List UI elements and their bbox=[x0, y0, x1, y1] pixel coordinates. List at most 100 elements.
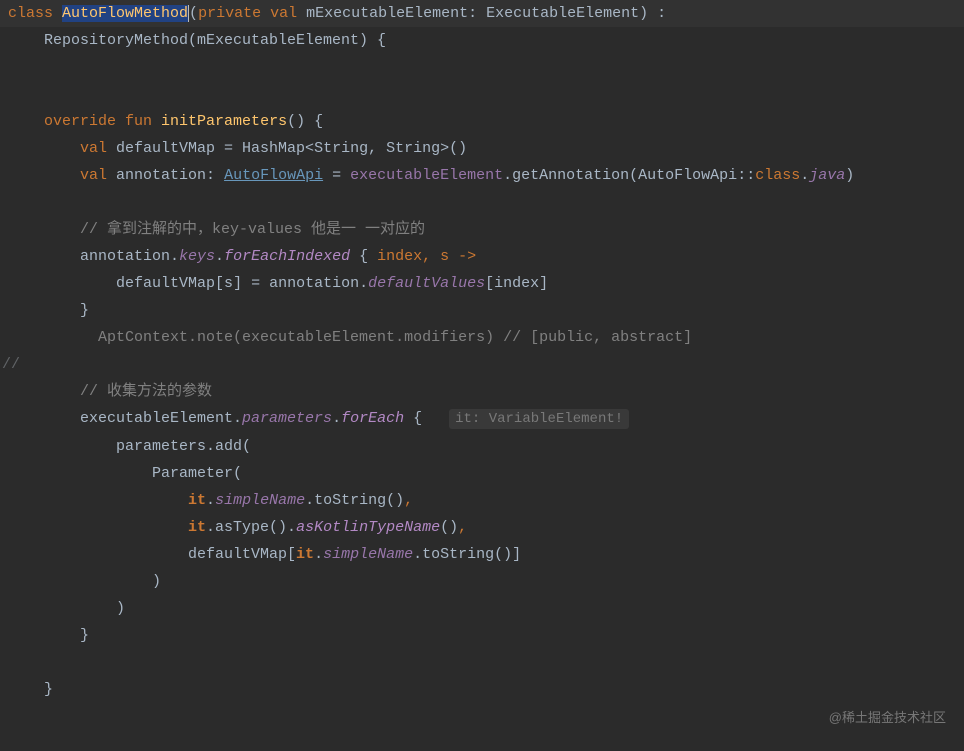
selected-classname: AutoFlowMethod bbox=[62, 5, 188, 22]
code-line[interactable] bbox=[0, 81, 964, 108]
code-line[interactable]: it.simpleName.toString(), bbox=[0, 487, 964, 514]
type-ref: AutoFlowApi bbox=[638, 167, 737, 184]
code-text: . bbox=[215, 248, 224, 265]
var-ref: s bbox=[224, 275, 233, 292]
keyword-val: val bbox=[8, 140, 116, 157]
code-text: .asType(). bbox=[206, 519, 296, 536]
code-text: defaultVMap[ bbox=[8, 546, 296, 563]
code-line[interactable]: class AutoFlowMethod(private val mExecut… bbox=[0, 0, 964, 27]
code-text: parameters.add( bbox=[8, 438, 251, 455]
code-text: = bbox=[323, 167, 350, 184]
code-text: executableElement. bbox=[8, 410, 242, 427]
code-line[interactable]: } bbox=[0, 297, 964, 324]
code-line[interactable]: } bbox=[0, 676, 964, 703]
method-foreach: forEach bbox=[341, 410, 404, 427]
code-line[interactable] bbox=[0, 649, 964, 676]
lambda-param: s bbox=[440, 248, 449, 265]
code-text: [ bbox=[485, 275, 494, 292]
code-text: . bbox=[206, 492, 215, 509]
keyword-fun: fun bbox=[125, 113, 161, 130]
keyword-class: class bbox=[755, 167, 800, 184]
gutter-comment: // bbox=[0, 351, 20, 378]
code-line[interactable] bbox=[0, 54, 964, 81]
keyword-val: val bbox=[270, 5, 306, 22]
arrow: -> bbox=[449, 248, 476, 265]
code-text: ) bbox=[845, 167, 854, 184]
keyword-val: val bbox=[8, 167, 116, 184]
property-keys: keys bbox=[179, 248, 215, 265]
code-line[interactable] bbox=[0, 189, 964, 216]
var-ref: index bbox=[494, 275, 539, 292]
code-text: } bbox=[8, 627, 89, 644]
property-ref: executableElement bbox=[350, 167, 503, 184]
code-text: . bbox=[314, 546, 323, 563]
code-line[interactable]: val defaultVMap = HashMap<String, String… bbox=[0, 135, 964, 162]
code-text: .getAnnotation( bbox=[503, 167, 638, 184]
code-editor[interactable]: // class AutoFlowMethod(private val mExe… bbox=[0, 0, 964, 703]
code-text: () bbox=[440, 519, 458, 536]
keyword-it: it bbox=[296, 546, 314, 563]
code-line[interactable]: it.asType().asKotlinTypeName(), bbox=[0, 514, 964, 541]
keyword-it: it bbox=[188, 519, 206, 536]
code-text: { bbox=[404, 410, 431, 427]
code-line[interactable]: // 收集方法的参数 bbox=[0, 378, 964, 405]
code-text: { bbox=[350, 248, 377, 265]
param-decl: mExecutableElement: ExecutableElement) : bbox=[306, 5, 666, 22]
code-line[interactable]: ) bbox=[0, 568, 964, 595]
method-foreach: forEachIndexed bbox=[224, 248, 350, 265]
comment: // 拿到注解的中，key-values 他是一 一对应的 bbox=[8, 221, 425, 238]
code-text: ] = annotation. bbox=[233, 275, 368, 292]
type-link[interactable]: AutoFlowApi bbox=[224, 167, 323, 184]
code-line[interactable]: annotation.keys.forEachIndexed { index, … bbox=[0, 243, 964, 270]
paren: ( bbox=[189, 5, 198, 22]
code-text: .toString() bbox=[305, 492, 404, 509]
code-line[interactable]: executableElement.parameters.forEach { i… bbox=[0, 405, 964, 433]
keyword-private: private bbox=[198, 5, 270, 22]
code-text: defaultVMap = HashMap<String, String>() bbox=[116, 140, 467, 157]
comma: , bbox=[458, 519, 467, 536]
comma: , bbox=[404, 492, 413, 509]
watermark-text: @稀土掘金技术社区 bbox=[829, 704, 946, 731]
comma: , bbox=[422, 248, 440, 265]
keyword-override: override bbox=[8, 113, 125, 130]
property-params: parameters bbox=[242, 410, 332, 427]
code-text bbox=[8, 492, 188, 509]
code-line[interactable]: } bbox=[0, 622, 964, 649]
code-line[interactable]: val annotation: AutoFlowApi = executable… bbox=[0, 162, 964, 189]
property-sn: simpleName bbox=[215, 492, 305, 509]
commented-code: AptContext.note(executableElement.modifi… bbox=[8, 329, 692, 346]
keyword-class: class bbox=[8, 5, 62, 22]
lambda-param: index bbox=[377, 248, 422, 265]
code-line[interactable]: Parameter( bbox=[0, 460, 964, 487]
property-dv: defaultValues bbox=[368, 275, 485, 292]
code-line[interactable]: AptContext.note(executableElement.modifi… bbox=[0, 324, 964, 351]
method-ak: asKotlinTypeName bbox=[296, 519, 440, 536]
code-text: } bbox=[8, 302, 89, 319]
code-text: annotation. bbox=[8, 248, 179, 265]
code-text: ) bbox=[8, 600, 125, 617]
code-line[interactable]: ) bbox=[0, 595, 964, 622]
code-line[interactable]: defaultVMap[it.simpleName.toString()] bbox=[0, 541, 964, 568]
code-text: () { bbox=[287, 113, 323, 130]
comment: // 收集方法的参数 bbox=[8, 383, 212, 400]
code-text: ] bbox=[539, 275, 548, 292]
code-line[interactable]: parameters.add( bbox=[0, 433, 964, 460]
code-line[interactable]: // 拿到注解的中，key-values 他是一 一对应的 bbox=[0, 216, 964, 243]
code-line[interactable]: defaultVMap[s] = annotation.defaultValue… bbox=[0, 270, 964, 297]
property-java: java bbox=[809, 167, 845, 184]
code-line[interactable] bbox=[0, 351, 964, 378]
function-name: initParameters bbox=[161, 113, 287, 130]
code-text: RepositoryMethod(mExecutableElement) { bbox=[8, 32, 386, 49]
code-line[interactable]: override fun initParameters() { bbox=[0, 108, 964, 135]
code-text: ) bbox=[8, 573, 161, 590]
code-text: annotation: bbox=[116, 167, 224, 184]
parameter-hint: it: VariableElement! bbox=[449, 409, 629, 429]
property-sn: simpleName bbox=[323, 546, 413, 563]
code-text: . bbox=[332, 410, 341, 427]
keyword-it: it bbox=[188, 492, 206, 509]
code-text: } bbox=[8, 681, 53, 698]
code-text: .toString()] bbox=[413, 546, 521, 563]
code-text: :: bbox=[737, 167, 755, 184]
code-line[interactable]: RepositoryMethod(mExecutableElement) { bbox=[0, 27, 964, 54]
code-text bbox=[8, 519, 188, 536]
